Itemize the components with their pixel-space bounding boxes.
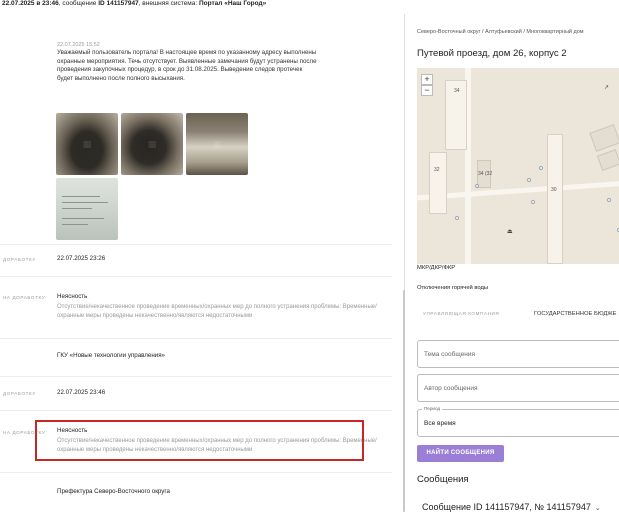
- row-divider: [0, 244, 392, 245]
- doc-line: [62, 218, 104, 219]
- map-marker[interactable]: [539, 166, 543, 170]
- mkr-label: МКР/ДКР/ФКР: [417, 265, 456, 271]
- photo-icon: ▦: [147, 138, 157, 149]
- history-panel: 22.07.2025 15:52 Уважаемый пользователь …: [0, 14, 405, 512]
- management-company-value: ГОСУДАРСТВЕННОЕ БЮДЖЕ: [534, 311, 617, 317]
- photo-icon: ▦: [212, 138, 222, 149]
- map-marker[interactable]: [531, 200, 535, 204]
- row-divider: [0, 410, 392, 411]
- pin-icon: ⏏: [507, 229, 513, 235]
- map-marker[interactable]: [527, 178, 531, 182]
- search-messages-button[interactable]: НАЙТИ СООБЩЕНИЯ: [417, 445, 504, 462]
- breadcrumb[interactable]: Северо-Восточный округ / Алтуфьевский / …: [417, 29, 584, 35]
- row-description: Отсутствие/некачественное проведение вре…: [57, 304, 377, 319]
- chevron-down-icon[interactable]: ⌄: [595, 505, 601, 512]
- route-icon: ↗: [604, 85, 610, 91]
- hot-water-outage[interactable]: Отключения горячей воды: [417, 285, 488, 291]
- management-company-label: УПРАВЛЯЮЩАЯ КОМПАНИЯ: [423, 311, 500, 316]
- photo-thumbnail-3[interactable]: ▦: [186, 113, 248, 175]
- header-msg-id: ID 141157947: [98, 0, 139, 7]
- photo-thumbnail-1[interactable]: ▦: [56, 113, 118, 175]
- doc-line: [62, 196, 100, 197]
- period-select[interactable]: Период Все время: [417, 406, 619, 437]
- photo-icon: ▦: [82, 138, 92, 149]
- highlight-box: [35, 420, 364, 461]
- building-number: 30: [551, 187, 557, 193]
- row-value-organization: Префектура Северо-Восточного округа: [57, 488, 170, 495]
- row-value-organization: ГКУ «Новые технологии управления»: [57, 352, 166, 359]
- header-date: 22.07.2025 в 23:46: [2, 0, 59, 7]
- building-number: 34: [454, 88, 460, 94]
- topic-field[interactable]: [417, 340, 619, 368]
- header-system: Портал «Наш Город»: [198, 0, 267, 7]
- message-date: 22.07.2025 15:52: [57, 42, 100, 48]
- author-field[interactable]: [417, 374, 619, 402]
- message-item[interactable]: Сообщение ID 141157947, № 141157947 ⌄: [422, 502, 601, 512]
- header-rest: , сообщение: [58, 0, 99, 7]
- photo-thumbnail-4[interactable]: [56, 178, 118, 240]
- zoom-in-button[interactable]: +: [421, 74, 433, 85]
- map-marker[interactable]: [455, 216, 459, 220]
- map-building: 32: [429, 152, 447, 214]
- photo-thumbnail-2[interactable]: ▦: [121, 113, 183, 175]
- row-divider: [0, 472, 392, 473]
- row-divider: [0, 376, 392, 377]
- message-item-label: Сообщение ID 141157947, № 141157947: [422, 502, 591, 512]
- messages-title: Сообщения: [417, 474, 469, 485]
- row-title: Неясность: [57, 293, 88, 300]
- zoom-out-button[interactable]: −: [421, 85, 433, 96]
- building-number: 32: [434, 167, 440, 173]
- page-title: Путевой проезд, дом 26, корпус 2: [417, 48, 567, 59]
- row-label: ДОРАБОТКУ: [3, 257, 36, 262]
- message-text: Уважаемый пользователь портала! В настоя…: [57, 49, 317, 82]
- period-value: Все время: [424, 420, 456, 427]
- building-number: 34 (32: [478, 171, 493, 177]
- header-bar: 22.07.2025 в 23:46, сообщение ID 1411579…: [0, 0, 619, 14]
- map-marker[interactable]: [607, 198, 611, 202]
- doc-line: [62, 208, 92, 209]
- row-label: ДОРАБОТКУ: [3, 391, 36, 396]
- author-input[interactable]: [424, 383, 604, 394]
- row-divider: [0, 276, 392, 277]
- doc-line: [62, 202, 108, 203]
- details-panel: Северо-Восточный округ / Алтуфьевский / …: [405, 14, 619, 512]
- map-building-label: 34 (32: [477, 166, 503, 182]
- header-system-prefix: , внешняя система:: [138, 0, 199, 7]
- map[interactable]: 34 32 34 (32 30 ⏏ ↗ + −: [417, 68, 619, 264]
- map-marker[interactable]: [475, 184, 479, 188]
- doc-line: [62, 224, 88, 225]
- topic-input[interactable]: [424, 349, 604, 360]
- period-legend: Период: [422, 406, 443, 411]
- map-building: 30: [547, 134, 563, 264]
- row-label: НА ДОРАБОТКУ: [3, 295, 46, 300]
- row-divider: [0, 338, 392, 339]
- row-value-date: 22.07.2025 23:46: [57, 389, 106, 396]
- map-building: 34: [445, 80, 467, 150]
- row-value-date: 22.07.2025 23:26: [57, 255, 106, 262]
